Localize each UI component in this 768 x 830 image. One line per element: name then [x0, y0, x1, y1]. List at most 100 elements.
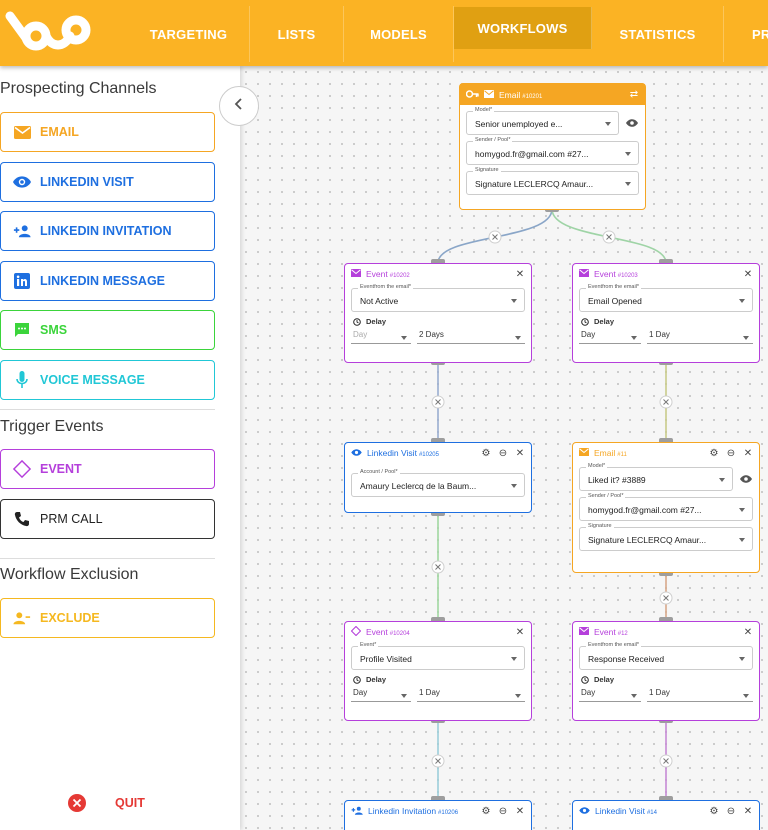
gear-icon[interactable]: ⚙ [709, 806, 719, 817]
eye-icon[interactable] [625, 116, 639, 130]
close-icon[interactable]: ✕ [515, 806, 525, 817]
trigger-event[interactable]: EVENT [0, 449, 215, 489]
collapse-sidebar-button[interactable] [219, 86, 259, 126]
channel-linkedin-message[interactable]: LINKEDIN MESSAGE [0, 261, 215, 301]
close-icon[interactable]: ✕ [515, 269, 525, 280]
channel-linkedin-invitation[interactable]: LINKEDIN INVITATION [0, 211, 215, 251]
channel-linkedin-visit[interactable]: LINKEDIN VISIT [0, 162, 215, 202]
close-icon[interactable]: ✕ [743, 627, 753, 638]
event-select[interactable]: Eventfrom the email* Email Opened [579, 284, 753, 312]
channel-sms[interactable]: SMS [0, 310, 215, 350]
nav-lists[interactable]: LISTS [250, 6, 344, 62]
delay-unit-select[interactable]: Day [351, 688, 411, 702]
delay-unit-select[interactable]: Day [579, 330, 641, 344]
nav-statistics[interactable]: STATISTICS [592, 6, 724, 62]
delay-amount-value: 1 Day [419, 688, 440, 697]
chevron-down-icon [739, 508, 745, 512]
chevron-down-icon [625, 152, 631, 156]
channel-voice-message[interactable]: VOICE MESSAGE [0, 360, 215, 400]
email-node-root[interactable]: Email #10201 ⇄ Model* Senior unemployed e… [459, 83, 646, 210]
phone-icon [13, 510, 31, 528]
event-select[interactable]: Eventfrom the email* Response Received [579, 642, 753, 670]
delay-amount-select[interactable]: 1 Day [647, 688, 753, 702]
channel-email[interactable]: EMAIL [0, 112, 215, 152]
email-node[interactable]: Email #11 ⚙ ⊖ ✕ Model* Liked it? #3889 Se… [572, 442, 760, 573]
node-title: Linkedin Visit [595, 806, 645, 816]
event-node[interactable]: Event #10203 ✕ Eventfrom the email* Email… [572, 263, 760, 363]
exclude-button[interactable]: EXCLUDE [0, 598, 215, 638]
event-select[interactable]: Eventfrom the email* Not Active [351, 284, 525, 312]
person-add-icon [351, 806, 363, 817]
gear-icon[interactable]: ⚙ [481, 806, 491, 817]
signature-select[interactable]: Signature Signature LECLERCQ Amaur... [579, 523, 753, 551]
delay-row: Delay [353, 675, 531, 684]
close-icon[interactable]: ✕ [515, 448, 525, 459]
trigger-prm-call[interactable]: PRM CALL [0, 499, 215, 539]
close-circle-icon [68, 794, 86, 812]
linkedin-visit-node[interactable]: Linkedin Visit #14 ⚙ ⊖ ✕ [572, 800, 760, 830]
node-header: Email #10201 ⇄ [460, 84, 645, 105]
key-icon [465, 89, 479, 100]
minus-circle-icon[interactable]: ⊖ [726, 448, 736, 459]
delay-unit-select[interactable]: Day [579, 688, 641, 702]
eye-icon[interactable] [739, 472, 753, 486]
person-remove-icon [13, 609, 31, 627]
account-label: Account / Pool* [358, 469, 400, 475]
chevron-down-icon [625, 182, 631, 186]
gear-icon[interactable]: ⚙ [481, 448, 491, 459]
model-label: Model* [473, 107, 495, 113]
signature-select[interactable]: Signature Signature LECLERCQ Amaur... [466, 167, 639, 195]
minus-circle-icon[interactable]: ⊖ [498, 806, 508, 817]
close-icon[interactable]: ✕ [743, 448, 753, 459]
nav-pr[interactable]: PR [724, 6, 768, 62]
node-title: Linkedin Visit [367, 448, 417, 458]
model-select[interactable]: Model* Senior unemployed e... [466, 107, 619, 135]
channel-sms-label: SMS [40, 323, 68, 337]
node-id: #10203 [617, 273, 638, 279]
linkedin-icon [13, 272, 31, 290]
delay-unit-value: Day [353, 688, 368, 697]
delay-amount-select[interactable]: 2 Days [417, 330, 525, 344]
model-select[interactable]: Model* Liked it? #3889 [579, 463, 733, 491]
trigger-events-title: Trigger Events [0, 418, 104, 435]
event-node[interactable]: Event #12 ✕ Eventfrom the email* Response… [572, 621, 760, 721]
delay-amount-select[interactable]: 1 Day [647, 330, 753, 344]
workflow-exclusion-title: Workflow Exclusion [0, 566, 139, 583]
envelope-icon [484, 89, 494, 100]
envelope-icon [579, 627, 589, 637]
close-icon[interactable]: ✕ [515, 627, 525, 638]
brand-logo[interactable] [4, 8, 94, 57]
trigger-event-label: EVENT [40, 462, 82, 476]
account-select[interactable]: Account / Pool* Amaury Leclercq de la Ba… [351, 469, 525, 497]
chevron-down-icon [739, 657, 745, 661]
signature-value: Signature LECLERCQ Amaur... [588, 535, 707, 545]
sender-select[interactable]: Sender / Pool* homygod.fr@gmail.com #27.… [466, 137, 639, 165]
event-node[interactable]: Event #10202 ✕ Eventfrom the email* Not A… [344, 263, 532, 363]
minus-circle-icon[interactable]: ⊖ [726, 806, 736, 817]
nav-models[interactable]: MODELS [344, 6, 454, 62]
delay-label: Delay [594, 317, 615, 326]
event-node[interactable]: Event #10204 ✕ Event* Profile Visited Del… [344, 621, 532, 721]
close-icon[interactable]: ✕ [743, 806, 753, 817]
minus-circle-icon[interactable]: ⊖ [498, 448, 508, 459]
quit-button[interactable]: QUIT [68, 794, 145, 812]
close-icon[interactable]: ✕ [743, 269, 753, 280]
delay-amount-select[interactable]: 1 Day [417, 688, 525, 702]
linkedin-visit-node[interactable]: Linkedin Visit #10205 ⚙ ⊖ ✕ Account / Poo… [344, 442, 532, 513]
nav-targeting[interactable]: TARGETING [128, 6, 250, 62]
gear-icon[interactable]: ⚙ [709, 448, 719, 459]
linkedin-invitation-node[interactable]: Linkedin Invitation #10206 ⚙ ⊖ ✕ [344, 800, 532, 830]
sender-select[interactable]: Sender / Pool* homygod.fr@gmail.com #27.… [579, 493, 753, 521]
node-header: Email #11 ⚙ ⊖ ✕ [573, 443, 759, 463]
node-title: Email [499, 89, 521, 100]
event-label: Event* [358, 642, 379, 648]
delay-unit-select[interactable]: Day [351, 330, 411, 344]
workflow-canvas[interactable]: Email #10201 ⇄ Model* Senior unemployed e… [240, 66, 768, 830]
sidebar: Prospecting Channels EMAIL LINKEDIN VISI… [0, 66, 240, 830]
clock-icon [353, 317, 361, 326]
chevron-down-icon [511, 299, 517, 303]
event-select[interactable]: Event* Profile Visited [351, 642, 525, 670]
delay-amount-value: 2 Days [419, 330, 444, 339]
nav-workflows[interactable]: WORKFLOWS [454, 7, 592, 49]
swap-icon[interactable]: ⇄ [629, 89, 639, 100]
